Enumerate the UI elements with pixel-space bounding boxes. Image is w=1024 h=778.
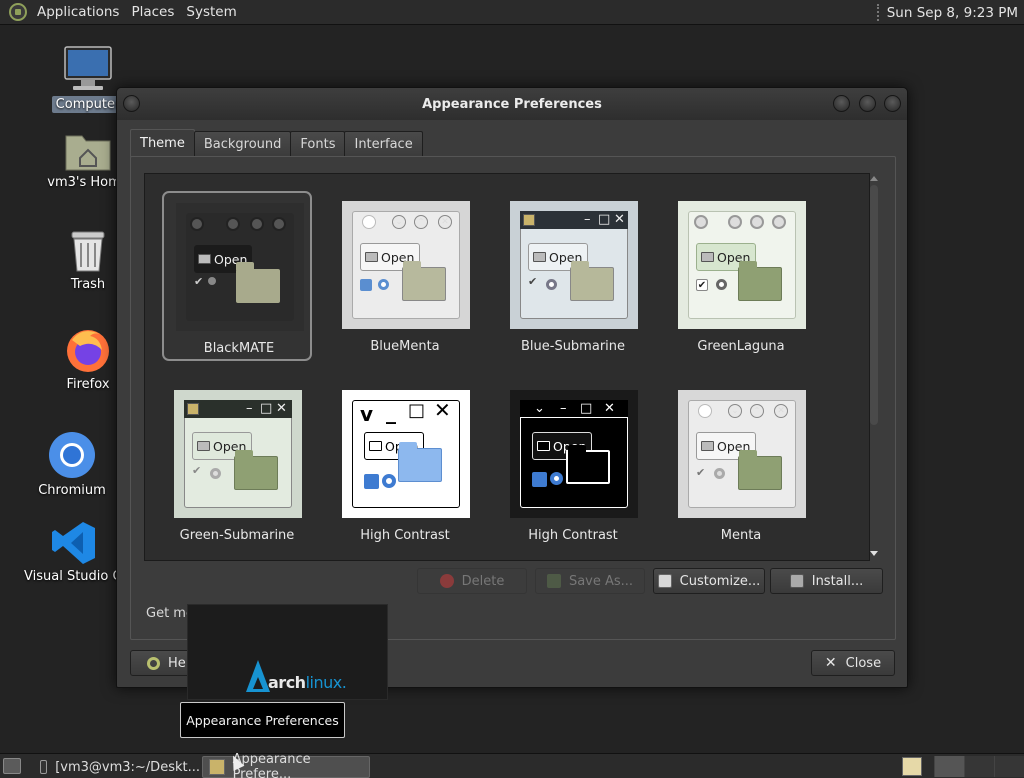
theme-list-scrollbar[interactable] <box>867 175 882 561</box>
customize-button-label: Customize... <box>679 573 761 589</box>
close-button-label: Close <box>845 655 882 671</box>
workspace-2[interactable] <box>964 756 994 777</box>
chromium-icon <box>49 432 95 478</box>
theme-preview: Open ✔ <box>678 201 806 329</box>
theme-item-high-contrast[interactable]: v _ □ ✕ Open High Contrast <box>330 380 480 550</box>
desktop-icon-vscode[interactable]: Visual Studio Code <box>24 520 146 584</box>
theme-name: Blue-Submarine <box>520 339 626 354</box>
customize-icon <box>657 574 672 588</box>
window-titlebar[interactable]: Appearance Preferences <box>117 88 907 120</box>
delete-button[interactable]: Delete <box>417 568 527 594</box>
theme-name: Green-Submarine <box>179 528 295 543</box>
terminal-icon <box>40 760 48 774</box>
close-icon: ✕ <box>824 655 837 671</box>
mate-logo-icon[interactable] <box>9 3 27 21</box>
theme-item-blackmate[interactable]: Open ✔ BlackMATE <box>162 191 312 361</box>
save-as-button[interactable]: Save As... <box>535 568 645 594</box>
theme-preview: – □ ✕ Open ✔ <box>174 390 302 518</box>
show-desktop-icon[interactable] <box>3 758 21 774</box>
save-as-button-label: Save As... <box>568 573 634 589</box>
trash-icon <box>71 231 105 272</box>
menu-places[interactable]: Places <box>125 4 180 20</box>
taskbar-tooltip: Appearance Preferences <box>180 702 345 738</box>
window-menu-button[interactable] <box>123 95 140 112</box>
tab-bar: Theme Background Fonts Interface <box>130 129 423 157</box>
theme-preview: Open ✔ <box>176 203 304 331</box>
theme-item-high-contrast-inverse[interactable]: ⌄–□✕ Open High Contrast <box>498 380 648 550</box>
arch-linux-logo: archlinux. <box>246 660 347 692</box>
theme-list: Open ✔ BlackMATE ⌄ ⌃ ✕ Open BlueMenta – … <box>144 173 870 561</box>
firefox-icon <box>67 330 109 372</box>
taskbar-item-label: Appearance Prefere... <box>232 752 311 778</box>
theme-name: Menta <box>720 528 762 543</box>
computer-icon <box>64 46 112 90</box>
theme-item-menta[interactable]: ⌄ ⌃ ✕ Open ✔ Menta <box>666 380 816 550</box>
home-folder-icon <box>65 135 111 171</box>
menu-system[interactable]: System <box>180 4 242 20</box>
theme-item-greenlaguna[interactable]: Open ✔ GreenLaguna <box>666 191 816 361</box>
scroll-down-arrow-icon[interactable] <box>870 551 878 556</box>
desktop-icon-label: Firefox <box>66 377 110 392</box>
theme-name: High Contrast <box>360 528 450 543</box>
desktop-icon-label: Trash <box>70 277 106 292</box>
tab-background[interactable]: Background <box>193 131 292 157</box>
menu-applications[interactable]: Applications <box>31 4 125 20</box>
theme-item-green-submarine[interactable]: – □ ✕ Open ✔ Green-Submarine <box>162 380 312 550</box>
workspace-1[interactable] <box>934 756 964 777</box>
theme-name: BlackMATE <box>203 341 275 356</box>
delete-icon <box>439 574 454 588</box>
tray-appearance-icon[interactable] <box>902 757 922 776</box>
theme-name: BlueMenta <box>370 339 440 354</box>
tab-interface[interactable]: Interface <box>344 131 423 157</box>
arch-logo-icon <box>246 660 270 692</box>
install-button[interactable]: Install... <box>770 568 883 594</box>
main-menu: Applications Places System <box>31 0 243 25</box>
desktop-icon-chromium[interactable]: Chromium <box>22 430 122 498</box>
tab-fonts[interactable]: Fonts <box>290 131 346 157</box>
window-title: Appearance Preferences <box>422 96 602 112</box>
theme-item-bluementa[interactable]: ⌄ ⌃ ✕ Open BlueMenta <box>330 191 480 361</box>
arch-logo-text: arch <box>268 673 306 692</box>
workspace-3[interactable] <box>994 756 1024 777</box>
taskbar-item-label: [vm3@vm3:~/Deskt... <box>55 759 200 775</box>
vscode-icon <box>52 522 95 564</box>
delete-button-label: Delete <box>461 573 505 589</box>
maximize-button[interactable] <box>859 95 876 112</box>
help-icon <box>147 656 160 670</box>
theme-name: High Contrast <box>528 528 618 543</box>
close-button[interactable]: ✕ Close <box>811 650 895 676</box>
desktop-icon-label: Computer <box>51 96 125 113</box>
customize-button[interactable]: Customize... <box>653 568 765 594</box>
window-close-button[interactable] <box>884 95 901 112</box>
arch-logo-text-linux: linux. <box>305 673 347 692</box>
workspace-switcher[interactable] <box>934 756 1024 777</box>
theme-preview: ⌄ ⌃ ✕ Open <box>342 201 470 329</box>
appearance-preferences-window: Appearance Preferences Theme Background … <box>116 87 908 688</box>
bottom-panel: [vm3@vm3:~/Deskt... Appearance Prefere..… <box>0 752 1024 778</box>
scroll-thumb[interactable] <box>870 185 878 425</box>
desktop-icon-label: Chromium <box>38 483 106 498</box>
tab-theme[interactable]: Theme <box>130 129 195 157</box>
theme-preview: – □ ✕ Open ✔ <box>510 201 638 329</box>
appearance-app-icon <box>209 759 225 775</box>
top-panel: Applications Places System Sun Sep 8, 9:… <box>0 0 1024 25</box>
clock[interactable]: Sun Sep 8, 9:23 PM <box>876 0 1024 25</box>
theme-preview: v _ □ ✕ Open <box>342 390 470 518</box>
install-button-label: Install... <box>811 573 864 589</box>
help-button-label: He <box>168 655 186 671</box>
theme-preview: ⌄ ⌃ ✕ Open ✔ <box>678 390 806 518</box>
scroll-up-arrow-icon[interactable] <box>870 176 878 181</box>
help-button[interactable]: He <box>130 650 190 676</box>
taskbar-item-terminal[interactable]: [vm3@vm3:~/Deskt... <box>34 756 200 778</box>
install-icon <box>789 574 804 588</box>
theme-item-blue-submarine[interactable]: – □ ✕ Open ✔ Blue-Submarine <box>498 191 648 361</box>
save-icon <box>546 574 561 588</box>
window-preview-thumbnail[interactable]: archlinux. <box>187 604 388 700</box>
minimize-button[interactable] <box>833 95 850 112</box>
theme-preview: ⌄–□✕ Open <box>510 390 638 518</box>
theme-name: GreenLaguna <box>697 339 785 354</box>
